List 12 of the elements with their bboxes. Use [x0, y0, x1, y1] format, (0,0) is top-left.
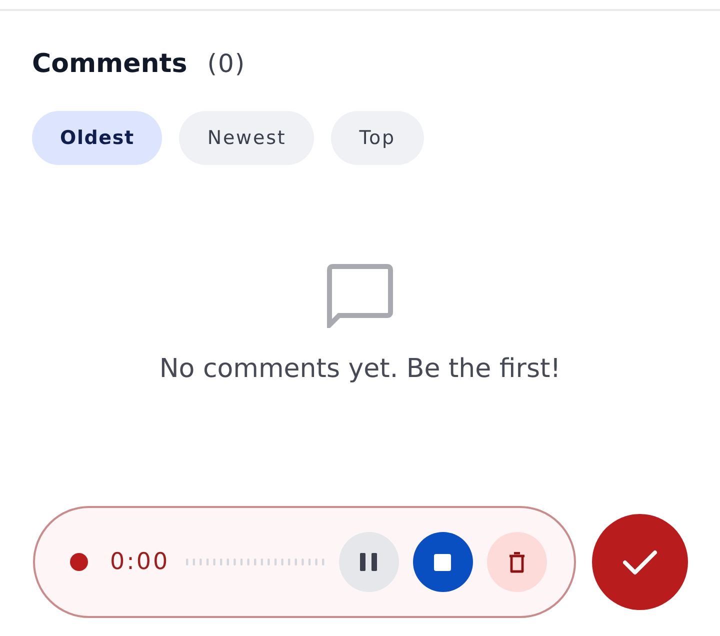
sort-tab[interactable]: Newest — [179, 111, 314, 165]
comments-title: Comments — [32, 49, 188, 79]
trash-icon — [508, 552, 525, 572]
checkmark-icon — [623, 550, 657, 574]
stop-icon — [434, 554, 452, 570]
empty-message: No comments yet. Be the first! — [159, 354, 561, 384]
chat-bubble-icon — [327, 264, 393, 328]
comment-count: (0) — [207, 49, 246, 78]
sort-tab[interactable]: Oldest — [32, 111, 162, 165]
sort-tab[interactable]: Top — [331, 111, 424, 165]
recording-time: 0:00 — [110, 549, 170, 575]
pause-icon — [360, 553, 378, 571]
